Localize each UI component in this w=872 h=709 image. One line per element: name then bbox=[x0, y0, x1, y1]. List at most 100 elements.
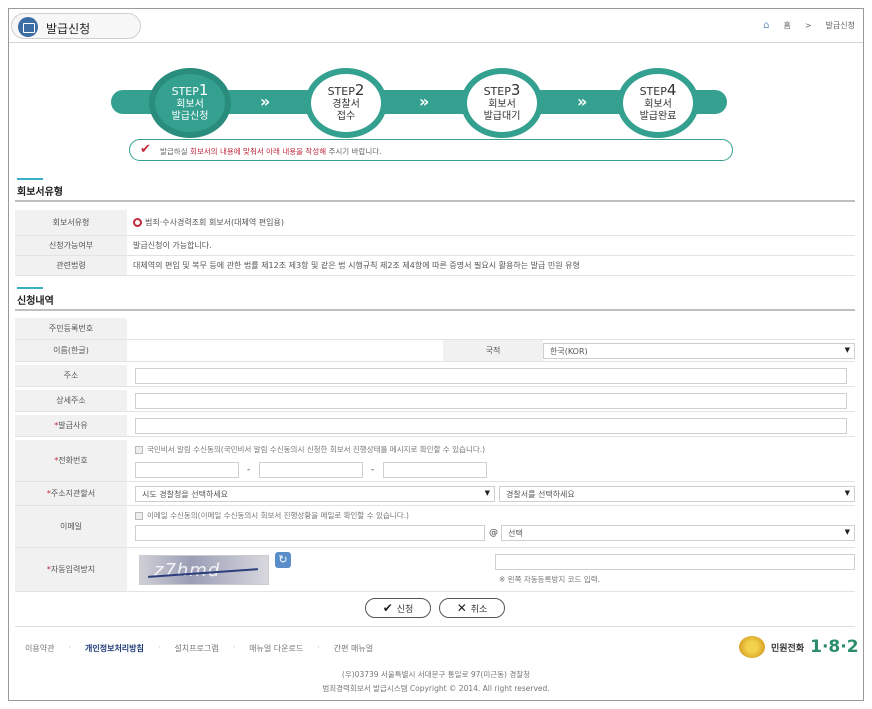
nationality-value: 한국(KOR) bbox=[550, 347, 588, 356]
step-label: 회보서 발급완료 bbox=[639, 99, 677, 122]
phone-separator: - bbox=[247, 465, 251, 475]
footer-link-separator: · bbox=[317, 643, 320, 652]
step-3: STEP3 회보서 발급대기 bbox=[461, 68, 543, 138]
step-prefix: STEP bbox=[327, 85, 355, 98]
breadcrumb-current: 발급신청 bbox=[825, 21, 855, 30]
page-frame: 발급신청 ⌂ 홈 > 발급신청 STEP1 회보서 발급신청 » STEP2 경… bbox=[8, 8, 864, 701]
guide-text-post: 주시기 바랍니다. bbox=[326, 147, 382, 156]
phone-consent-checkbox[interactable] bbox=[135, 446, 143, 454]
label-address-detail: 상세주소 bbox=[15, 390, 127, 411]
step-label: 회보서 발급신청 bbox=[171, 99, 209, 122]
row-reason: 발급사유 bbox=[15, 415, 855, 437]
submit-button[interactable]: ✔ 신청 bbox=[365, 598, 431, 618]
footer-link-install[interactable]: 설치프로그램 bbox=[174, 643, 218, 654]
label-name: 이름(한글) bbox=[15, 340, 127, 361]
row-rrn: 주민등록번호 bbox=[15, 318, 855, 340]
section-divider bbox=[15, 200, 855, 202]
captcha-image: z7hmd bbox=[139, 555, 269, 585]
label-phone: 전화번호 bbox=[15, 440, 127, 481]
step-label: 회보서 발급대기 bbox=[483, 99, 521, 122]
phone-input-1[interactable] bbox=[135, 462, 239, 478]
captcha-hint: ※ 왼쪽 자동등록방지 코드 입력. bbox=[499, 575, 601, 584]
label-availability: 신청가능여부 bbox=[15, 236, 127, 255]
row-availability: 신청가능여부 발급신청이 가능합니다. bbox=[15, 236, 855, 256]
email-domain-value: 선택 bbox=[508, 529, 523, 538]
footer-link-manual-download[interactable]: 매뉴얼 다운로드 bbox=[249, 643, 303, 654]
email-consent-checkbox[interactable] bbox=[135, 512, 143, 520]
section-divider bbox=[15, 309, 855, 311]
footer-address: (우)03739 서울특별시 서대문구 통일로 97(미근동) 경찰청 bbox=[341, 670, 531, 679]
label-captcha: 자동입력방지 bbox=[15, 548, 127, 591]
step-prefix: STEP bbox=[483, 85, 511, 98]
value-report-type: 범죄·수사경력조회 회보서(대체역 편입용) bbox=[145, 218, 284, 227]
value-related-law: 대체역의 편입 및 복무 등에 관한 법률 제12조 제3항 및 같은 법 시행… bbox=[133, 261, 580, 270]
row-police: 주소지관할서 시도 경찰청을 선택하세요 경찰서를 선택하세요 bbox=[15, 482, 855, 506]
footer-divider bbox=[15, 626, 855, 627]
footer-link-privacy[interactable]: 개인정보처리방침 bbox=[85, 643, 144, 654]
step-2: STEP2 경찰서 접수 bbox=[305, 68, 387, 138]
page-title-pill: 발급신청 bbox=[11, 13, 141, 39]
footer-link-separator: · bbox=[232, 643, 236, 652]
phone-input-3[interactable] bbox=[383, 462, 487, 478]
email-id-input[interactable] bbox=[135, 525, 485, 541]
reason-input[interactable] bbox=[135, 418, 847, 434]
guide-notice: ✔ 발급하실 회보서의 내용에 맞춰서 아래 내용을 작성해 주시기 바랍니다. bbox=[129, 139, 733, 161]
breadcrumb-separator: > bbox=[804, 21, 812, 30]
refresh-icon[interactable]: ↻ bbox=[275, 552, 291, 568]
email-consent-text: 이메일 수신동의(이메일 수신동의시 회보서 진행상황을 메일로 확인할 수 있… bbox=[147, 511, 409, 520]
captcha-input[interactable] bbox=[495, 554, 855, 570]
guide-text-pre: 발급하실 bbox=[160, 147, 190, 156]
home-icon[interactable]: ⌂ bbox=[763, 20, 769, 31]
row-address: 주소 bbox=[15, 365, 855, 387]
label-address: 주소 bbox=[15, 365, 127, 386]
row-report-type: 회보서유형 범죄·수사경력조회 회보서(대체역 편입용) bbox=[15, 210, 855, 236]
address-input[interactable] bbox=[135, 368, 847, 384]
step-label: 경찰서 접수 bbox=[332, 99, 360, 122]
phone-consent-text: 국민비서 알림 수신동의(국민비서 알림 수신동의시 신청한 회보서 진행상태를… bbox=[147, 445, 486, 454]
label-email: 이메일 bbox=[15, 506, 127, 547]
hotline-label: 민원전화 bbox=[771, 643, 805, 654]
label-report-type: 회보서유형 bbox=[15, 210, 127, 235]
nationality-select[interactable]: 한국(KOR) bbox=[543, 343, 855, 359]
label-nationality: 국적 bbox=[443, 340, 543, 361]
close-icon: ✕ bbox=[456, 601, 467, 615]
label-related-law: 관련법령 bbox=[15, 256, 127, 275]
step-prefix: STEP bbox=[639, 85, 667, 98]
chevron-right-icon: » bbox=[419, 92, 430, 111]
radio-selected-icon[interactable] bbox=[133, 218, 142, 227]
step-number: 1 bbox=[198, 81, 209, 99]
top-bar: 발급신청 ⌂ 홈 > 발급신청 bbox=[9, 9, 863, 43]
police-province-value: 시도 경찰청을 선택하세요 bbox=[142, 490, 229, 499]
footer-links: 이용약관 · 개인정보처리방침 · 설치프로그램 · 매뉴얼 다운로드 · 간편 매뉴얼 bbox=[25, 643, 387, 654]
footer-link-terms[interactable]: 이용약관 bbox=[25, 643, 54, 654]
step-4: STEP4 회보서 발급완료 bbox=[617, 68, 699, 138]
email-domain-select[interactable]: 선택 bbox=[501, 525, 855, 541]
phone-input-2[interactable] bbox=[259, 462, 363, 478]
label-reason: 발급사유 bbox=[15, 415, 127, 436]
row-related-law: 관련법령 대체역의 편입 및 복무 등에 관한 법률 제12조 제3항 및 같은… bbox=[15, 256, 855, 276]
step-prefix: STEP bbox=[171, 85, 199, 98]
row-email: 이메일 이메일 수신동의(이메일 수신동의시 회보서 진행상황을 메일로 확인할… bbox=[15, 506, 855, 548]
section-title-report-type: 회보서유형 bbox=[17, 178, 63, 198]
email-at-sign: @ bbox=[489, 528, 498, 538]
value-availability: 발급신청이 가능합니다. bbox=[133, 241, 212, 250]
police-station-select[interactable]: 경찰서를 선택하세요 bbox=[499, 486, 855, 502]
chevron-right-icon: » bbox=[260, 92, 271, 111]
footer-link-quick-manual[interactable]: 간편 매뉴얼 bbox=[334, 643, 373, 654]
breadcrumb: ⌂ 홈 > 발급신청 bbox=[763, 20, 855, 31]
address-detail-input[interactable] bbox=[135, 393, 847, 409]
step-number: 3 bbox=[510, 81, 521, 99]
section-title-application: 신청내역 bbox=[17, 287, 54, 307]
police-emblem-icon bbox=[739, 636, 765, 658]
cancel-label: 취소 bbox=[470, 604, 488, 615]
submit-label: 신청 bbox=[396, 604, 414, 615]
chevron-right-icon: » bbox=[577, 92, 588, 111]
captcha-text: z7hmd bbox=[154, 560, 221, 581]
hotline-number: 1·8·2 bbox=[810, 637, 859, 657]
footer-link-separator: · bbox=[68, 643, 71, 652]
breadcrumb-home[interactable]: 홈 bbox=[783, 20, 790, 31]
step-1: STEP1 회보서 발급신청 bbox=[149, 68, 231, 138]
police-province-select[interactable]: 시도 경찰청을 선택하세요 bbox=[135, 486, 495, 502]
cancel-button[interactable]: ✕ 취소 bbox=[439, 598, 505, 618]
page-title: 발급신청 bbox=[46, 22, 91, 36]
